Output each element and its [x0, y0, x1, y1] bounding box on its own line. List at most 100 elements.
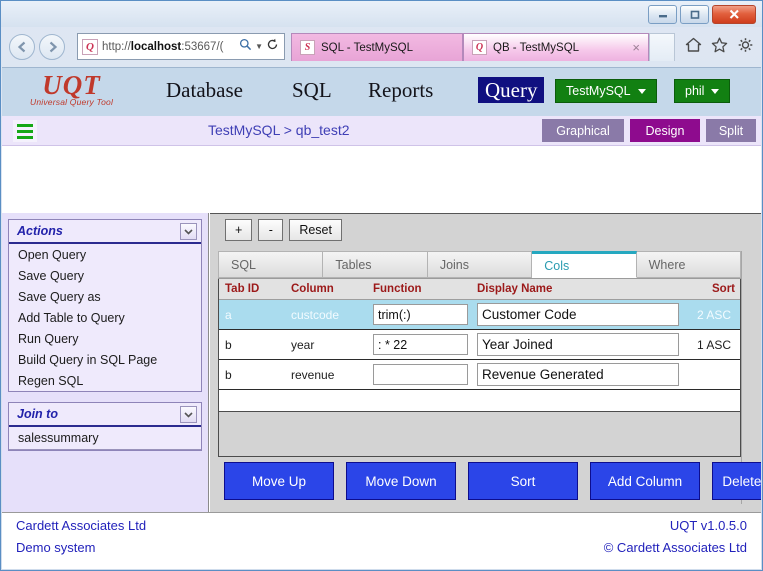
home-icon[interactable]: [685, 37, 702, 53]
sidebar-item-build-query-in-sql-page[interactable]: Build Query in SQL Page: [9, 349, 201, 370]
chevron-down-icon[interactable]: [180, 406, 197, 423]
new-tab-button[interactable]: [649, 33, 675, 61]
grid-empty-area: [218, 412, 741, 457]
panel-title: Actions: [17, 224, 63, 238]
function-input[interactable]: [373, 334, 468, 355]
chevron-down-icon[interactable]: ▼: [255, 42, 263, 51]
move-up-button[interactable]: Move Up: [224, 462, 334, 500]
nav-item-sql[interactable]: SQL: [292, 78, 332, 103]
table-row[interactable]: b revenue: [219, 360, 740, 390]
breadcrumb: TestMySQL > qb_test2: [208, 122, 350, 138]
chevron-down-icon: [711, 88, 720, 94]
nav-item-reports[interactable]: Reports: [368, 78, 433, 103]
cell-column: year: [291, 337, 315, 352]
navigation-row: Q http://localhost:53667/( ▼ S SQL - Tes…: [1, 27, 762, 67]
tab-where[interactable]: Where: [636, 251, 742, 278]
user-dropdown-button[interactable]: phil: [674, 79, 731, 103]
view-toggle-graphical[interactable]: Graphical: [542, 119, 624, 142]
sort-button[interactable]: Sort: [468, 462, 578, 500]
window-controls: [648, 5, 756, 24]
function-input[interactable]: [373, 304, 468, 325]
maximize-icon[interactable]: [680, 5, 709, 24]
delete-column-button[interactable]: Delete Column: [712, 462, 761, 500]
nav-item-query[interactable]: Query: [478, 77, 545, 103]
column-header-tab-id: Tab ID: [225, 283, 260, 295]
url-text: http://localhost:53667/(: [102, 40, 224, 53]
columns-grid: Tab ID Column Function Display Name Sort…: [218, 279, 741, 412]
column-header-column: Column: [291, 283, 334, 295]
cell-sort: 2 ASC: [696, 307, 731, 322]
tab-joins[interactable]: Joins: [427, 251, 533, 278]
panel-header-actions[interactable]: Actions: [9, 220, 201, 244]
logo-subtitle: Universal Query Tool: [30, 97, 114, 107]
logo-title: UQT: [42, 70, 101, 100]
function-input[interactable]: [373, 364, 468, 385]
move-down-button[interactable]: Move Down: [346, 462, 456, 500]
refresh-icon[interactable]: [266, 38, 279, 56]
footer-system: Demo system: [16, 540, 96, 555]
tab-cols[interactable]: Cols: [532, 251, 637, 278]
sidebar-item-salessummary[interactable]: salessummary: [9, 427, 201, 450]
sidebar-panel-join-to: Join to salessummary: [8, 402, 202, 451]
add-column-button[interactable]: Add Column: [590, 462, 700, 500]
tab-label: SQL - TestMySQL: [321, 41, 414, 54]
sidebar-item-save-query-as[interactable]: Save Query as: [9, 286, 201, 307]
table-row[interactable]: b year 1 ASC: [219, 330, 740, 360]
add-row-button[interactable]: +: [225, 219, 253, 241]
page-footer: Cardett Associates Ltd UQT v1.0.5.0 Demo…: [2, 512, 761, 569]
body-split: Actions Open Query Save Query Save Query…: [2, 213, 761, 512]
tab-favicon-icon: S: [300, 40, 315, 55]
cell-column: revenue: [291, 367, 335, 382]
gear-icon[interactable]: [737, 37, 754, 53]
sidebar-item-add-table-to-query[interactable]: Add Table to Query: [9, 307, 201, 328]
cell-tab-id: b: [225, 337, 232, 352]
tab-close-icon[interactable]: ×: [628, 40, 640, 55]
reset-button[interactable]: Reset: [289, 219, 342, 241]
panel-title: Join to: [17, 407, 58, 421]
sidebar-item-regen-sql[interactable]: Regen SQL: [9, 370, 201, 391]
grid-toolbar: + - Reset: [210, 214, 761, 246]
sidebar-item-save-query[interactable]: Save Query: [9, 265, 201, 286]
browser-tab-sql[interactable]: S SQL - TestMySQL: [291, 33, 463, 61]
page-content: UQT Universal Query Tool Database SQL Re…: [2, 67, 761, 569]
hamburger-menu-icon[interactable]: [13, 120, 37, 142]
cell-tab-id: a: [225, 307, 232, 322]
address-bar[interactable]: Q http://localhost:53667/( ▼: [77, 33, 285, 60]
view-toggle-design[interactable]: Design: [630, 119, 700, 142]
column-header-sort: Sort: [712, 283, 735, 295]
display-name-input[interactable]: [477, 333, 679, 356]
display-name-input[interactable]: [477, 363, 679, 386]
search-icon[interactable]: [239, 38, 252, 56]
sidebar-item-run-query[interactable]: Run Query: [9, 328, 201, 349]
panel-header-join-to[interactable]: Join to: [9, 403, 201, 427]
column-header-function: Function: [373, 283, 422, 295]
chevron-down-icon[interactable]: [180, 223, 197, 240]
display-name-input[interactable]: [477, 303, 679, 326]
view-toggle-split[interactable]: Split: [706, 119, 756, 142]
remove-row-button[interactable]: -: [258, 219, 284, 241]
app-header: UQT Universal Query Tool Database SQL Re…: [2, 68, 761, 116]
sidebar-panel-actions: Actions Open Query Save Query Save Query…: [8, 219, 202, 392]
tab-label: QB - TestMySQL: [493, 41, 580, 54]
tab-tables[interactable]: Tables: [323, 251, 428, 278]
star-icon[interactable]: [711, 37, 728, 53]
tab-favicon-icon: Q: [472, 40, 487, 55]
tab-sql[interactable]: SQL: [218, 251, 324, 278]
back-arrow-icon[interactable]: [9, 34, 35, 60]
column-header-display-name: Display Name: [477, 283, 553, 295]
footer-version: UQT v1.0.5.0: [669, 518, 747, 533]
cell-sort: 1 ASC: [696, 337, 731, 352]
nav-item-database[interactable]: Database: [166, 78, 243, 103]
title-bar: [1, 1, 762, 27]
browser-tab-qb[interactable]: Q QB - TestMySQL ×: [463, 33, 649, 61]
forward-arrow-icon[interactable]: [39, 34, 65, 60]
table-row[interactable]: a custcode 2 ASC: [219, 300, 740, 330]
footer-copyright: © Cardett Associates Ltd: [603, 540, 747, 555]
breadcrumb-bar: TestMySQL > qb_test2 Graphical Design Sp…: [2, 116, 761, 146]
minimize-icon[interactable]: [648, 5, 677, 24]
app-logo: UQT Universal Query Tool: [30, 70, 113, 107]
close-icon[interactable]: [712, 5, 756, 24]
sidebar-item-open-query[interactable]: Open Query: [9, 244, 201, 265]
connection-dropdown-button[interactable]: TestMySQL: [555, 79, 657, 103]
cell-tab-id: b: [225, 367, 232, 382]
